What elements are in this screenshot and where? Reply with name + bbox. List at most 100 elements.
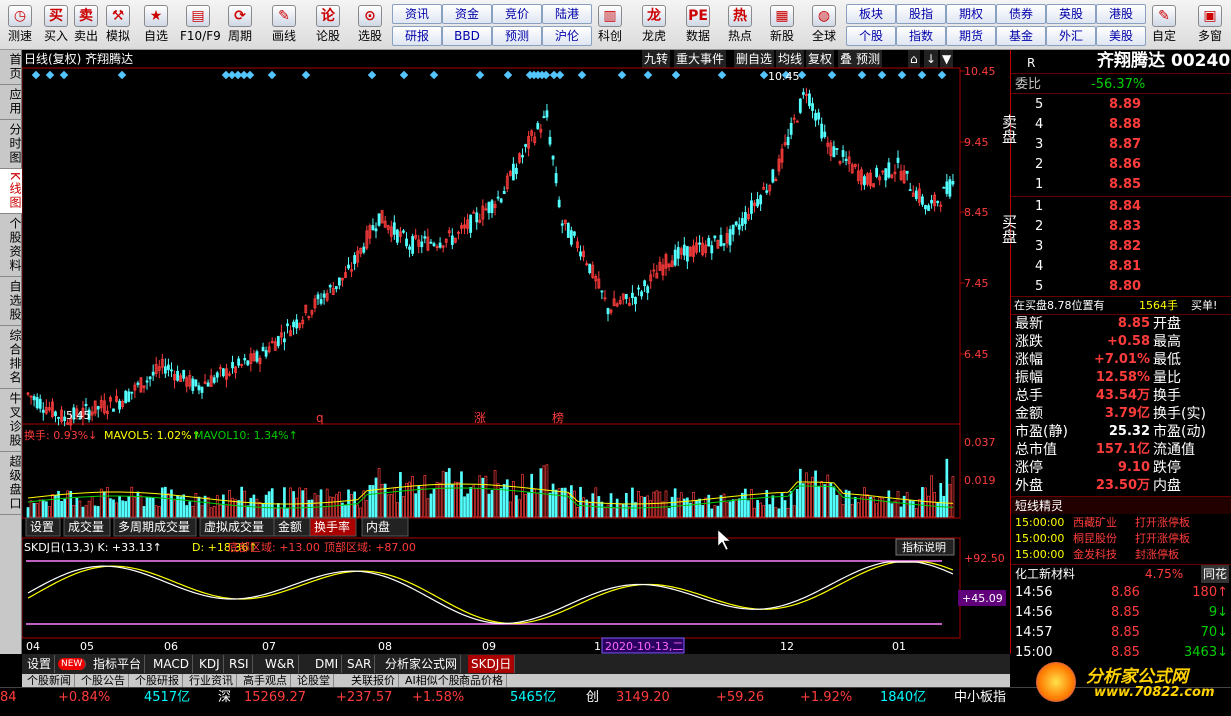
- indicator-tab[interactable]: DMI: [312, 655, 343, 673]
- quick-button[interactable]: 债券: [996, 4, 1046, 24]
- event-marker-icon[interactable]: [503, 70, 513, 80]
- quick-button[interactable]: 期权: [946, 4, 996, 24]
- indicator-tab[interactable]: W&R: [262, 655, 299, 673]
- left-tab[interactable]: 综合排名: [0, 326, 22, 389]
- indicator-tab[interactable]: 设置: [24, 655, 56, 673]
- quick-button[interactable]: 股指: [896, 4, 946, 24]
- indicator-tab[interactable]: SKDJ日: [468, 655, 516, 673]
- chart-canvas[interactable]: 10.45 9.45 8.45 7.45 6.45 10.45 5.45 q 涨 榜换手: 0.9…: [22, 50, 1010, 654]
- discuss-button[interactable]: 论论股: [310, 3, 346, 48]
- info-tab[interactable]: 论股堂: [294, 674, 334, 687]
- info-tab[interactable]: AI相似个股: [402, 674, 464, 687]
- info-tab[interactable]: 商品价格: [456, 674, 507, 687]
- event-marker-icon[interactable]: [671, 70, 681, 80]
- spirit-list[interactable]: 15:00:00 西藏矿业 打开涨停板 15:00:00 桐昆股份 打开涨停板 15:00:…: [1011, 514, 1231, 564]
- quick-button[interactable]: 英股: [1046, 4, 1096, 24]
- event-marker-icon[interactable]: [399, 70, 409, 80]
- event-marker-icon[interactable]: [917, 70, 927, 80]
- event-marker-icon[interactable]: [267, 70, 277, 80]
- quick-button[interactable]: 期货: [946, 26, 996, 46]
- sell-level-row[interactable]: 3 8.87: [1011, 136, 1231, 154]
- buy-level-row[interactable]: 1 8.84: [1011, 198, 1231, 216]
- quick-button[interactable]: 基金: [996, 26, 1046, 46]
- data-button[interactable]: PE 数据: [680, 3, 716, 48]
- sector-button[interactable]: 同花: [1201, 565, 1230, 583]
- pick-button[interactable]: ⊙ 选股: [352, 3, 388, 48]
- quick-button[interactable]: BBD: [442, 26, 492, 46]
- sell-level-row[interactable]: 4 8.88: [1011, 116, 1231, 134]
- buy-level-row[interactable]: 2 8.83: [1011, 218, 1231, 236]
- event-marker-icon[interactable]: [577, 70, 587, 80]
- sell-level-row[interactable]: 1 8.85: [1011, 176, 1231, 194]
- spirit-row[interactable]: 15:00:00 金发科技 封涨停板: [1011, 546, 1231, 564]
- left-tab[interactable]: 首页: [0, 50, 22, 85]
- event-marker-icon[interactable]: [59, 70, 69, 80]
- buy-level-row[interactable]: 4 8.81: [1011, 258, 1231, 276]
- quick-button[interactable]: 美股: [1096, 26, 1146, 46]
- event-marker-icon[interactable]: [31, 70, 41, 80]
- watchlist-button[interactable]: ★ 自选: [138, 3, 174, 48]
- indicator-tab[interactable]: MACD: [150, 655, 193, 673]
- quick-button[interactable]: 外汇: [1046, 26, 1096, 46]
- quick-button[interactable]: 板块: [846, 4, 896, 24]
- event-marker-icon[interactable]: [877, 70, 887, 80]
- event-marker-icon[interactable]: [897, 70, 907, 80]
- info-tab[interactable]: 关联报价: [348, 674, 399, 687]
- f10-button[interactable]: ▤ F10/F9: [180, 3, 221, 48]
- left-tab[interactable]: 分时图: [0, 120, 22, 169]
- event-flag-label[interactable]: 榜: [552, 410, 564, 425]
- quick-button[interactable]: 预测: [492, 26, 542, 46]
- buy-level-row[interactable]: 5 8.80: [1011, 278, 1231, 296]
- quick-button[interactable]: 竞价: [492, 4, 542, 24]
- info-tab[interactable]: 个股研报: [132, 674, 183, 687]
- event-marker-icon[interactable]: [617, 70, 627, 80]
- quick-button[interactable]: 资讯: [392, 4, 442, 24]
- left-tab[interactable]: K线图: [0, 169, 22, 214]
- event-marker-icon[interactable]: [717, 70, 727, 80]
- event-flag-label[interactable]: q: [316, 411, 324, 425]
- info-tab[interactable]: 个股新闻: [24, 674, 75, 687]
- event-marker-icon[interactable]: [245, 70, 255, 80]
- new-badge[interactable]: NEW: [58, 658, 87, 670]
- quick-button[interactable]: 指数: [896, 26, 946, 46]
- event-marker-icon[interactable]: [45, 70, 55, 80]
- draw-button[interactable]: ✎ 画线: [266, 3, 302, 48]
- sell-button[interactable]: 卖卖出: [68, 3, 104, 48]
- left-tab[interactable]: 个股资料: [0, 214, 22, 277]
- event-marker-icon[interactable]: [367, 70, 377, 80]
- left-tab[interactable]: 牛叉诊股: [0, 389, 22, 452]
- period-button[interactable]: ⟳ 周期: [222, 3, 258, 48]
- event-marker-icon[interactable]: [857, 70, 867, 80]
- event-marker-icon[interactable]: [301, 70, 311, 80]
- indicator-tab[interactable]: SAR: [344, 655, 376, 673]
- event-marker-icon[interactable]: [937, 70, 947, 80]
- left-tab[interactable]: 超级盘口: [0, 452, 22, 515]
- quick-button[interactable]: 陆港: [542, 4, 592, 24]
- event-marker-icon[interactable]: [475, 70, 485, 80]
- hot-button[interactable]: 热热点: [722, 3, 758, 48]
- event-flag-label[interactable]: 涨: [474, 410, 486, 425]
- sell-level-row[interactable]: 2 8.86: [1011, 156, 1231, 174]
- info-tab[interactable]: 行业资讯: [186, 674, 237, 687]
- info-tab[interactable]: 个股公告: [78, 674, 129, 687]
- sell-level-row[interactable]: 5 8.89: [1011, 96, 1231, 114]
- kechuang-button[interactable]: ▥ 科创: [592, 3, 628, 48]
- event-marker-icon[interactable]: [759, 70, 769, 80]
- indicator-tab[interactable]: KDJ: [196, 655, 224, 673]
- clock-button[interactable]: ◷ 测速: [2, 3, 38, 48]
- simulate-button[interactable]: ⚒ 模拟: [100, 3, 136, 48]
- left-tab[interactable]: 应用: [0, 85, 22, 120]
- event-marker-icon[interactable]: [117, 70, 127, 80]
- event-marker-icon[interactable]: [429, 70, 439, 80]
- event-marker-icon[interactable]: [827, 70, 837, 80]
- event-marker-icon[interactable]: [555, 70, 565, 80]
- quick-button[interactable]: 研报: [392, 26, 442, 46]
- quick-button[interactable]: 港股: [1096, 4, 1146, 24]
- left-tab[interactable]: 自选股: [0, 277, 22, 326]
- indicator-tab[interactable]: RSI: [226, 655, 253, 673]
- global-button[interactable]: ◍ 全球: [806, 3, 842, 48]
- quick-button[interactable]: 资金: [442, 4, 492, 24]
- buy-level-row[interactable]: 3 8.82: [1011, 238, 1231, 256]
- longhu-button[interactable]: 龙龙虎: [636, 3, 672, 48]
- info-tab[interactable]: 高手观点: [240, 674, 291, 687]
